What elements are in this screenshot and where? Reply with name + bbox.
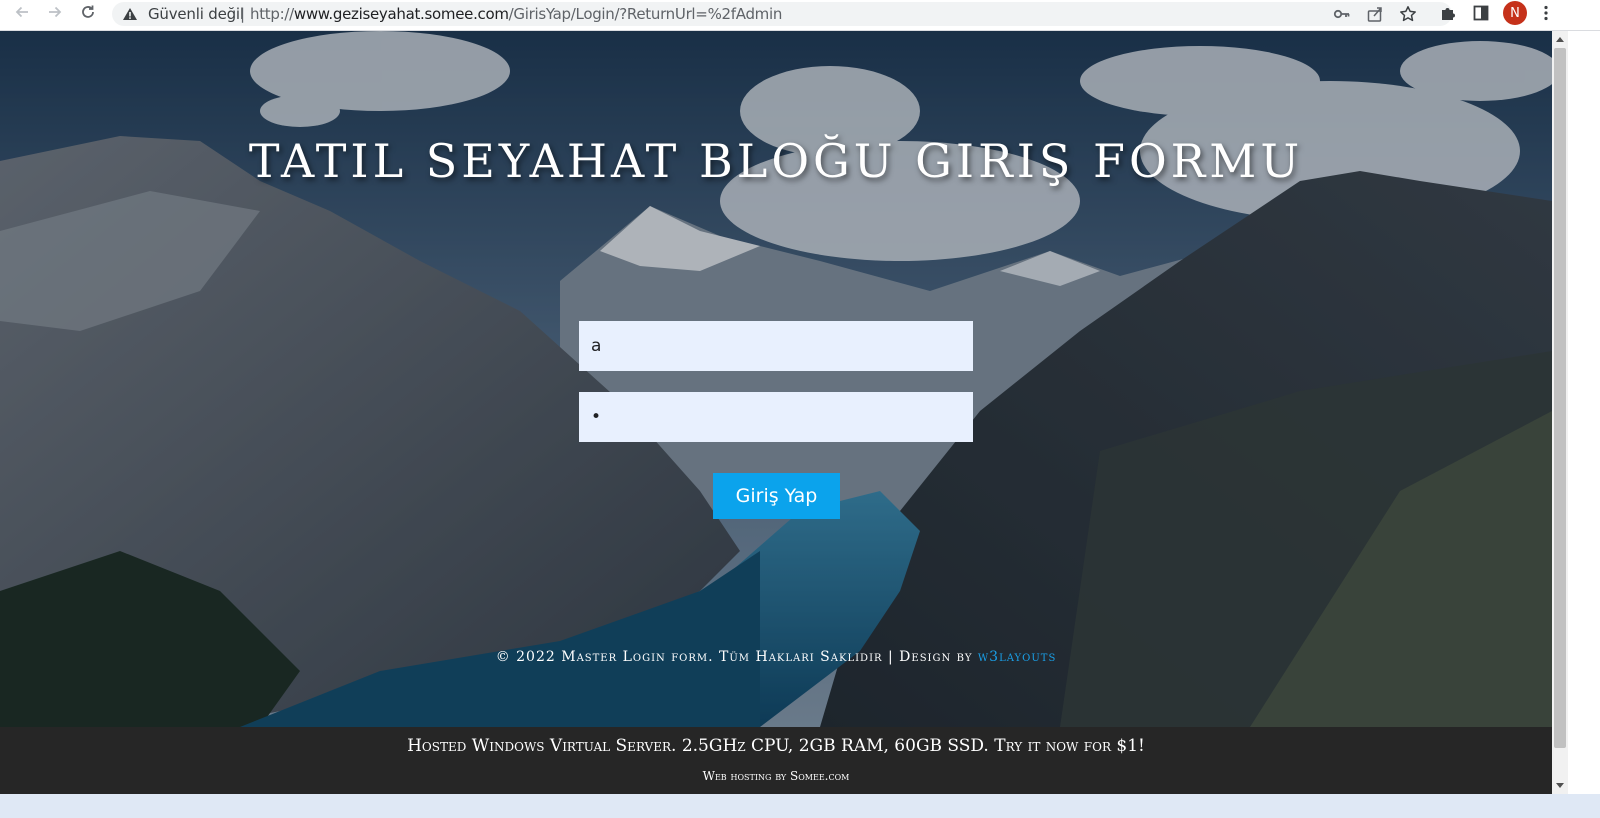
reload-button[interactable] <box>73 0 103 24</box>
extensions-icon <box>1442 8 1455 20</box>
copyright-footer: © 2022 Master Login form. Tüm Hakları Sa… <box>0 649 1552 665</box>
scroll-down-arrow[interactable] <box>1552 778 1568 794</box>
back-icon <box>15 6 28 18</box>
vertical-scrollbar[interactable] <box>1552 31 1568 794</box>
url-separator: | <box>240 5 246 23</box>
menu-button[interactable] <box>1534 1 1558 25</box>
extensions-button[interactable] <box>1436 1 1460 25</box>
url-text[interactable]: http://www.geziseyahat.somee.com/GirisYa… <box>250 5 782 23</box>
design-credit-link[interactable]: w3layouts <box>978 649 1056 665</box>
side-panel-button[interactable] <box>1469 1 1493 25</box>
browser-toolbar: Güvenli değil | http://www.geziseyahat.s… <box>0 0 1600 31</box>
username-input[interactable] <box>579 321 973 371</box>
warning-icon <box>123 8 137 20</box>
reload-icon <box>82 5 94 18</box>
share-icon <box>1367 7 1382 22</box>
scroll-up-arrow[interactable] <box>1552 31 1568 47</box>
profile-avatar[interactable]: N <box>1503 1 1527 25</box>
copyright-text: © 2022 Master Login form. Tüm Hakları Sa… <box>495 649 973 665</box>
share-button[interactable] <box>1365 4 1385 24</box>
bookmark-button[interactable] <box>1398 4 1418 24</box>
security-status[interactable]: Güvenli değil <box>148 5 244 23</box>
url-host: www.geziseyahat.somee.com <box>293 5 509 23</box>
menu-icon <box>1544 5 1548 21</box>
arrow-down-icon <box>1556 783 1564 788</box>
back-button[interactable] <box>7 0 37 24</box>
forward-button[interactable] <box>40 0 70 24</box>
page-title: TATIL SEYAHAT BLOĞU GIRIŞ FORMU <box>248 134 1304 188</box>
scrollbar-thumb[interactable] <box>1554 48 1566 748</box>
hosting-ad-text[interactable]: Hosted Windows Virtual Server. 2.5GHz CP… <box>0 736 1552 756</box>
star-icon <box>1400 6 1416 22</box>
forward-icon <box>49 6 62 18</box>
hosting-credit-text[interactable]: Web hosting by Somee.com <box>0 769 1552 783</box>
window-edge <box>1568 31 1600 794</box>
page-viewport: TATIL SEYAHAT BLOĞU GIRIŞ FORMU Giriş Ya… <box>0 31 1552 794</box>
url-path: /GirisYap/Login/?ReturnUrl=%2fAdmin <box>508 5 783 23</box>
password-input[interactable] <box>579 392 973 442</box>
address-bar[interactable]: Güvenli değil | http://www.geziseyahat.s… <box>112 2 1452 26</box>
arrow-up-icon <box>1556 37 1564 42</box>
side-panel-icon <box>1473 5 1489 21</box>
key-icon <box>1333 9 1350 19</box>
hosting-banner[interactable]: Hosted Windows Virtual Server. 2.5GHz CP… <box>0 727 1552 794</box>
bottom-status-strip <box>0 794 1600 818</box>
login-button[interactable]: Giriş Yap <box>713 473 840 519</box>
url-prefix: http:// <box>250 5 294 23</box>
password-key-button[interactable] <box>1332 4 1352 24</box>
